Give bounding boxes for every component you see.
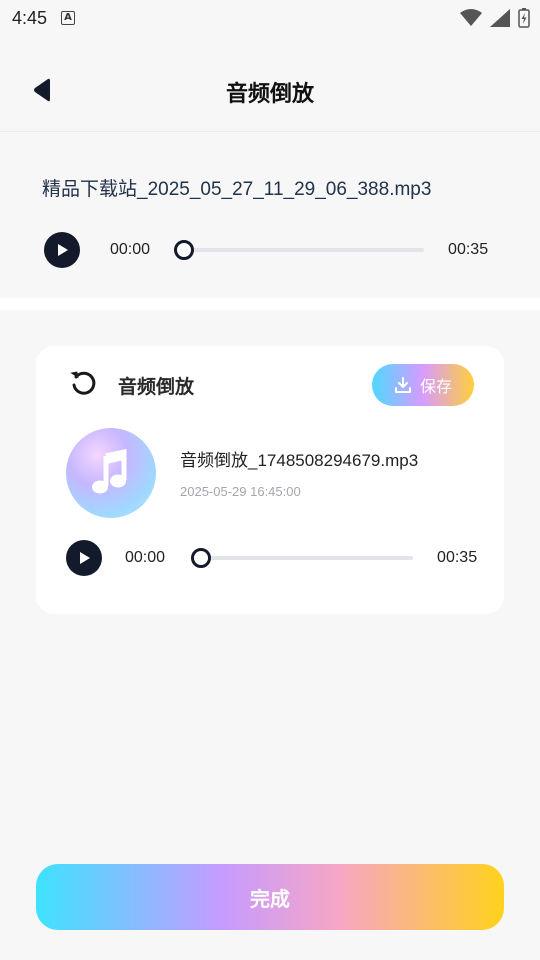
album-cover — [66, 428, 156, 518]
result-play-button[interactable] — [66, 540, 102, 576]
result-title: 音频倒放 — [118, 376, 195, 398]
signal-icon — [490, 9, 510, 27]
reset-icon — [70, 371, 96, 395]
source-player: 00:00 00:35 — [44, 232, 488, 268]
section-divider — [0, 298, 540, 310]
source-audio-panel: 精品下载站_2025_05_27_11_29_06_388.mp3 00:00 … — [0, 132, 540, 298]
result-progress-thumb[interactable] — [191, 548, 212, 568]
save-button-label: 保存 — [419, 377, 452, 396]
result-duration: 00:35 — [437, 549, 478, 566]
music-note-icon — [92, 448, 127, 494]
wifi-icon — [460, 9, 482, 26]
source-current-time: 00:00 — [110, 241, 151, 258]
source-file-name: 精品下载站_2025_05_27_11_29_06_388.mp3 — [42, 179, 432, 200]
result-progress-track[interactable] — [191, 548, 414, 568]
done-button[interactable]: 完成 — [36, 864, 504, 930]
result-player: 00:00 00:35 — [66, 540, 477, 576]
result-date: 2025-05-29 16:45:00 — [180, 484, 301, 499]
save-button[interactable]: 保存 — [372, 364, 474, 406]
result-current-time: 00:00 — [125, 549, 166, 566]
source-play-button[interactable] — [44, 232, 80, 268]
play-icon — [80, 552, 90, 564]
status-time: 4:45 — [12, 7, 48, 28]
source-progress-thumb[interactable] — [174, 240, 195, 260]
reset-button[interactable] — [68, 368, 98, 398]
notification-icon: A — [61, 11, 76, 25]
app-header: 音频倒放 — [0, 36, 540, 132]
source-duration: 00:35 — [448, 241, 489, 258]
result-card: 音频倒放 保存 音频倒放_1748508294679.mp3 2025-05-2… — [36, 346, 504, 614]
page-title: 音频倒放 — [225, 82, 314, 107]
status-bar: 4:45 A — [0, 0, 540, 36]
source-progress-track[interactable] — [174, 240, 425, 260]
download-icon — [394, 377, 411, 393]
done-button-label: 完成 — [250, 886, 290, 911]
battery-charging-icon — [518, 8, 530, 28]
status-icons — [460, 8, 530, 28]
result-file-name: 音频倒放_1748508294679.mp3 — [180, 451, 419, 470]
play-icon — [58, 244, 68, 256]
